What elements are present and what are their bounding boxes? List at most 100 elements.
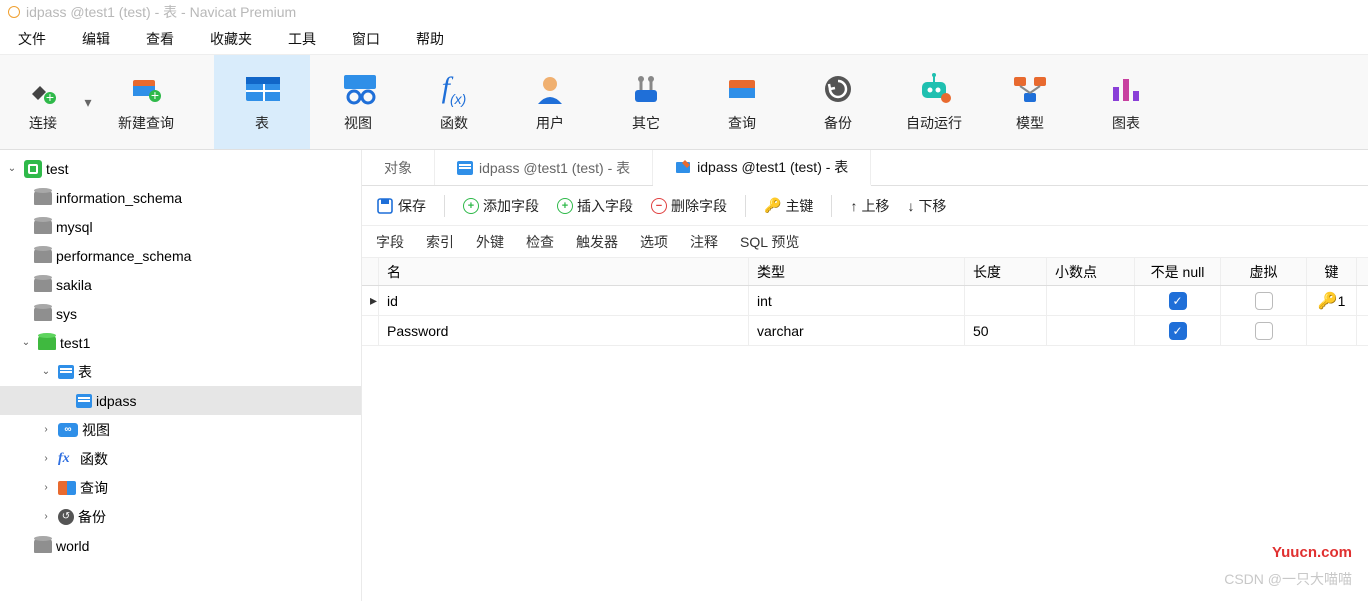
tab-data[interactable]: idpass @test1 (test) - 表 xyxy=(435,150,653,185)
primary-key-button[interactable]: 🔑主键 xyxy=(764,196,813,216)
chevron-down-icon[interactable]: ⌄ xyxy=(4,163,20,174)
tree-db[interactable]: mysql xyxy=(0,212,361,241)
cell-key[interactable] xyxy=(1307,316,1357,345)
query-icon xyxy=(58,481,76,495)
window-title: idpass @test1 (test) - 表 - Navicat Premi… xyxy=(26,2,296,22)
tree-connection[interactable]: ⌄ test xyxy=(0,154,361,183)
table-row[interactable]: Passwordvarchar50 ✓ xyxy=(362,316,1368,346)
database-icon xyxy=(34,307,52,321)
cell-type[interactable]: varchar xyxy=(749,316,965,345)
insert-field-button[interactable]: +插入字段 xyxy=(557,196,633,216)
col-name[interactable]: 名 xyxy=(379,258,749,285)
backup-icon: ↺ xyxy=(58,509,74,525)
cell-name[interactable]: Password xyxy=(379,316,749,345)
tree-db[interactable]: sakila xyxy=(0,270,361,299)
save-button[interactable]: 保存 xyxy=(376,196,426,216)
tree-tables-group[interactable]: ⌄表 xyxy=(0,357,361,386)
ribbon-query[interactable]: 查询 xyxy=(694,55,790,149)
cell-virtual[interactable] xyxy=(1221,316,1307,345)
save-icon xyxy=(376,197,394,215)
design-subtabs: 字段 索引 外键 检查 触发器 选项 注释 SQL 预览 xyxy=(362,226,1368,258)
chevron-right-icon[interactable]: › xyxy=(38,511,54,522)
ribbon-backup[interactable]: 备份 xyxy=(790,55,886,149)
menu-view[interactable]: 查看 xyxy=(146,29,174,49)
cell-decimal[interactable] xyxy=(1047,316,1135,345)
menu-tools[interactable]: 工具 xyxy=(288,29,316,49)
tree-table-item[interactable]: idpass xyxy=(0,386,361,415)
chart-icon xyxy=(1108,71,1144,107)
ribbon-model[interactable]: 模型 xyxy=(982,55,1078,149)
ribbon-view[interactable]: 视图 xyxy=(310,55,406,149)
checkbox-icon xyxy=(1255,292,1273,310)
cell-notnull[interactable]: ✓ xyxy=(1135,286,1221,315)
table-icon xyxy=(244,71,280,107)
add-field-button[interactable]: +添加字段 xyxy=(463,196,539,216)
tree-functions[interactable]: ›fx函数 xyxy=(0,444,361,473)
table-group-icon xyxy=(58,365,74,379)
chevron-right-icon[interactable]: › xyxy=(38,482,54,493)
chevron-down-icon[interactable]: ⌄ xyxy=(18,337,34,348)
ribbon-new-query[interactable]: + 新建查询 xyxy=(98,55,194,149)
col-type[interactable]: 类型 xyxy=(749,258,965,285)
move-down-button[interactable]: ↓下移 xyxy=(907,196,946,216)
ribbon-user[interactable]: 用户 xyxy=(502,55,598,149)
menu-fav[interactable]: 收藏夹 xyxy=(210,29,252,49)
cell-key[interactable]: 🔑1 xyxy=(1307,286,1357,315)
subtab-trigger[interactable]: 触发器 xyxy=(576,232,618,252)
tab-objects[interactable]: 对象 xyxy=(362,150,435,185)
col-length[interactable]: 长度 xyxy=(965,258,1047,285)
subtab-comment[interactable]: 注释 xyxy=(690,232,718,252)
col-virtual[interactable]: 虚拟 xyxy=(1221,258,1307,285)
menu-window[interactable]: 窗口 xyxy=(352,29,380,49)
subtab-indexes[interactable]: 索引 xyxy=(426,232,454,252)
chevron-right-icon[interactable]: › xyxy=(38,453,54,464)
tree-queries[interactable]: ›查询 xyxy=(0,473,361,502)
subtab-fk[interactable]: 外键 xyxy=(476,232,504,252)
ribbon-connect[interactable]: + 连接 xyxy=(8,55,78,149)
checkbox-icon: ✓ xyxy=(1169,292,1187,310)
model-icon xyxy=(1012,71,1048,107)
chevron-down-icon[interactable]: ⌄ xyxy=(38,366,54,377)
tree-db-active[interactable]: ⌄test1 xyxy=(0,328,361,357)
ribbon-automation[interactable]: 自动运行 xyxy=(886,55,982,149)
ribbon-other[interactable]: 其它 xyxy=(598,55,694,149)
tree-db[interactable]: sys xyxy=(0,299,361,328)
design-toolbar: 保存 +添加字段 +插入字段 −删除字段 🔑主键 ↑上移 ↓下移 xyxy=(362,186,1368,226)
cell-notnull[interactable]: ✓ xyxy=(1135,316,1221,345)
delete-field-button[interactable]: −删除字段 xyxy=(651,196,727,216)
chevron-right-icon[interactable]: › xyxy=(38,424,54,435)
connect-dropdown[interactable]: ▾ xyxy=(78,55,98,149)
table-row[interactable]: ▸idint✓🔑1 xyxy=(362,286,1368,316)
cell-name[interactable]: id xyxy=(379,286,749,315)
cell-length[interactable]: 50 xyxy=(965,316,1047,345)
ribbon-func[interactable]: f(x) 函数 xyxy=(406,55,502,149)
cell-length[interactable] xyxy=(965,286,1047,315)
move-up-button[interactable]: ↑上移 xyxy=(850,196,889,216)
ribbon-table[interactable]: 表 xyxy=(214,55,310,149)
tree-views[interactable]: ›视图 xyxy=(0,415,361,444)
subtab-sql[interactable]: SQL 预览 xyxy=(740,232,799,252)
cell-decimal[interactable] xyxy=(1047,286,1135,315)
menu-edit[interactable]: 编辑 xyxy=(82,29,110,49)
menu-file[interactable]: 文件 xyxy=(18,29,46,49)
view-icon xyxy=(340,71,376,107)
table-icon xyxy=(76,394,92,408)
menu-help[interactable]: 帮助 xyxy=(416,29,444,49)
tree-backups[interactable]: ›↺备份 xyxy=(0,502,361,531)
ribbon-chart[interactable]: 图表 xyxy=(1078,55,1174,149)
tree-db[interactable]: performance_schema xyxy=(0,241,361,270)
key-icon: 🔑 xyxy=(764,197,781,214)
subtab-options[interactable]: 选项 xyxy=(640,232,668,252)
cell-virtual[interactable] xyxy=(1221,286,1307,315)
subtab-check[interactable]: 检查 xyxy=(526,232,554,252)
tab-design[interactable]: idpass @test1 (test) - 表 xyxy=(653,150,871,186)
cell-type[interactable]: int xyxy=(749,286,965,315)
subtab-fields[interactable]: 字段 xyxy=(376,232,404,252)
table-icon xyxy=(457,161,473,175)
arrow-up-icon: ↑ xyxy=(850,198,857,214)
tree-db[interactable]: information_schema xyxy=(0,183,361,212)
col-decimal[interactable]: 小数点 xyxy=(1047,258,1135,285)
col-key[interactable]: 键 xyxy=(1307,258,1357,285)
tree-db[interactable]: world xyxy=(0,531,361,560)
col-notnull[interactable]: 不是 null xyxy=(1135,258,1221,285)
